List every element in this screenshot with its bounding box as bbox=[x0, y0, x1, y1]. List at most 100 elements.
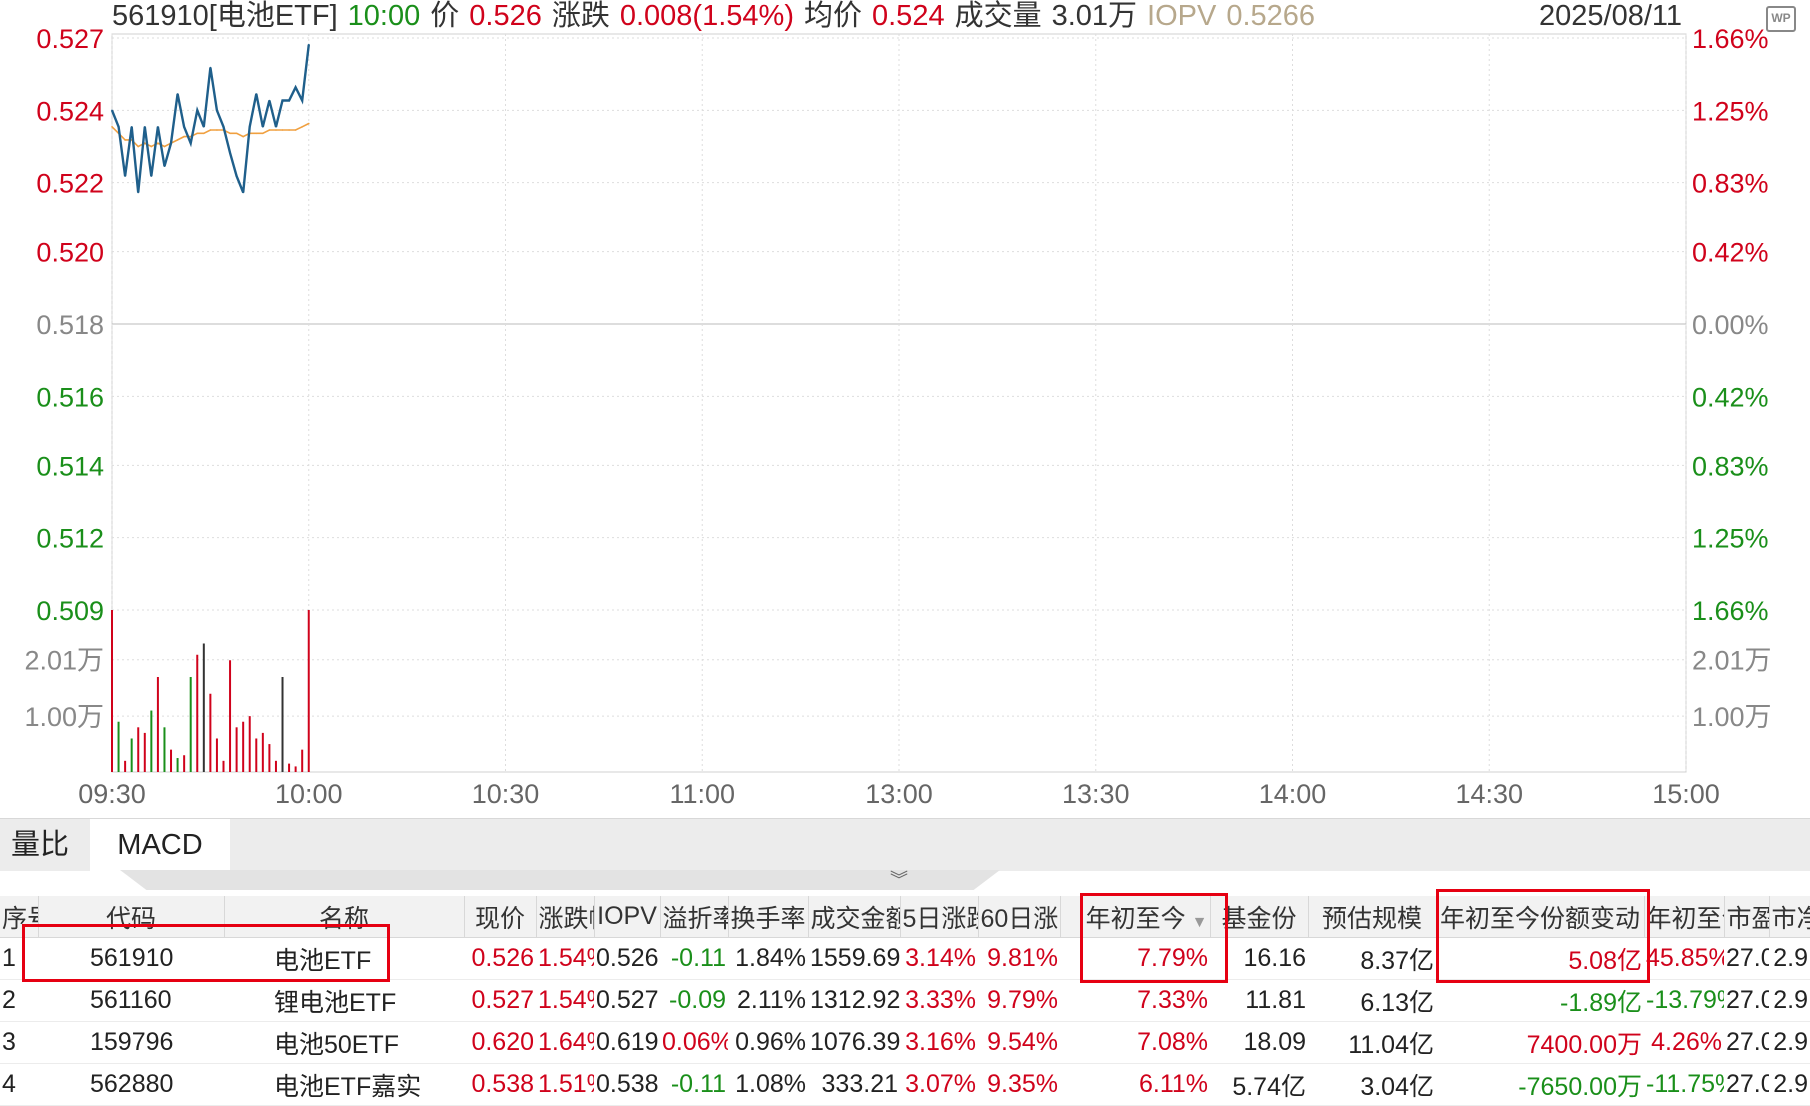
avg-price-line-point-20 bbox=[242, 136, 244, 138]
avg-value: 0.524 bbox=[872, 0, 945, 32]
column-header-chg5d[interactable]: 5日涨跌 bbox=[900, 896, 978, 938]
table-row[interactable]: 1561910电池ETF0.5261.54%0.526-0.111.84%155… bbox=[0, 938, 1810, 980]
avg-price-line-point-30 bbox=[308, 123, 310, 125]
intraday-chart[interactable]: 0.5270.5240.5220.5200.5180.5160.5140.512… bbox=[0, 0, 1810, 818]
right-axis-tick-5: 0.42% bbox=[1692, 382, 1769, 412]
cell-scale: 6.13亿 bbox=[1308, 980, 1436, 1022]
cell-pb: 2.9 bbox=[1769, 980, 1810, 1022]
column-header-iopv[interactable]: IOPV bbox=[594, 896, 660, 938]
cell-price: 0.538 bbox=[464, 1064, 536, 1106]
price-line-point-8 bbox=[164, 165, 166, 167]
column-header-ytd[interactable]: 年初至今▼ bbox=[1060, 896, 1210, 938]
cell-ytd: 6.11% bbox=[1060, 1064, 1210, 1106]
column-header-code[interactable]: 代码 bbox=[38, 896, 224, 938]
avg-price-line-point-15 bbox=[210, 129, 212, 131]
cell-pct: 1.54% bbox=[536, 938, 594, 980]
cell-iopv: 0.526 bbox=[594, 938, 660, 980]
table-row[interactable]: 3159796电池50ETF0.6201.64%0.6190.06%0.96%1… bbox=[0, 1022, 1810, 1064]
x-axis-tick-0: 09:30 bbox=[78, 779, 146, 809]
sort-desc-icon[interactable]: ▼ bbox=[1192, 914, 1208, 931]
column-header-scale[interactable]: 预估规模 bbox=[1308, 896, 1436, 938]
column-header-ytd-pct[interactable]: 年初至今 bbox=[1644, 896, 1724, 938]
cell-pe: 27.0 bbox=[1724, 1022, 1769, 1064]
column-header-shares[interactable]: 基金份 bbox=[1210, 896, 1308, 938]
avg-price-line-point-22 bbox=[255, 133, 257, 135]
cell-premium: 0.06% bbox=[660, 1022, 728, 1064]
price-line-point-29 bbox=[301, 100, 303, 102]
column-header-pe[interactable]: 市盈 bbox=[1724, 896, 1769, 938]
avg-price-line bbox=[112, 124, 309, 147]
cell-name: 电池ETF嘉实 bbox=[224, 1064, 464, 1106]
table-row[interactable]: 4562880电池ETF嘉实0.5381.51%0.538-0.111.08%3… bbox=[0, 1064, 1810, 1106]
cell-seq: 4 bbox=[0, 1064, 38, 1106]
cell-shares: 11.81 bbox=[1210, 980, 1308, 1022]
fund-code-name: 561910[电池ETF] bbox=[112, 0, 338, 32]
column-header-chg60d[interactable]: 60日涨 bbox=[978, 896, 1060, 938]
price-line-point-5 bbox=[144, 126, 146, 128]
cell-chg5d: 3.14% bbox=[900, 938, 978, 980]
column-header-ytd-share-change[interactable]: 年初至今份额变动 bbox=[1436, 896, 1644, 938]
cell-shares: 18.09 bbox=[1210, 1022, 1308, 1064]
price-line-point-2 bbox=[124, 175, 126, 177]
left-axis-tick-4: 0.518 bbox=[36, 310, 104, 340]
wp-icon[interactable]: WP bbox=[1766, 6, 1796, 32]
cell-name: 电池ETF bbox=[224, 938, 464, 980]
chevron-down-icon[interactable]: ︾ bbox=[890, 866, 908, 892]
cell-ytd-pct: -13.79% bbox=[1644, 980, 1724, 1022]
column-header-pb[interactable]: 市净 bbox=[1769, 896, 1810, 938]
right-axis-tick-8: 1.66% bbox=[1692, 596, 1769, 626]
cell-chg60d: 9.79% bbox=[978, 980, 1060, 1022]
cell-seq: 3 bbox=[0, 1022, 38, 1064]
column-header-pct[interactable]: 涨跌幅 bbox=[536, 896, 594, 938]
price-line-point-23 bbox=[262, 126, 264, 128]
column-header-name[interactable]: 名称 bbox=[224, 896, 464, 938]
avg-price-line-point-13 bbox=[197, 133, 199, 135]
price-line-point-14 bbox=[203, 126, 205, 128]
trade-date: 2025/08/11 bbox=[1539, 0, 1682, 32]
column-header-premium[interactable]: 溢折率 bbox=[660, 896, 728, 938]
cell-pb: 2.9 bbox=[1769, 1064, 1810, 1106]
etf-table: 序号代码名称现价涨跌幅IOPV溢折率换手率成交金额5日涨跌60日涨年初至今▼基金… bbox=[0, 896, 1810, 1106]
x-axis-tick-8: 15:00 bbox=[1652, 779, 1720, 809]
cell-shares: 5.74亿 bbox=[1210, 1064, 1308, 1106]
cursor-time: 10:00 bbox=[348, 0, 421, 32]
cell-iopv: 0.619 bbox=[594, 1022, 660, 1064]
cell-code: 561160 bbox=[38, 980, 224, 1022]
table-row[interactable]: 2561160锂电池ETF0.5271.54%0.527-0.092.11%13… bbox=[0, 980, 1810, 1022]
column-header-label: 代码 bbox=[106, 905, 156, 933]
cell-code: 561910 bbox=[38, 938, 224, 980]
column-header-label: IOPV bbox=[597, 902, 657, 930]
right-axis-tick-3: 0.42% bbox=[1692, 238, 1769, 268]
tab-volume-ratio[interactable]: 量比 bbox=[0, 819, 80, 871]
price-line-point-21 bbox=[249, 126, 251, 128]
cell-premium: -0.11 bbox=[660, 1064, 728, 1106]
cell-pe: 27.0 bbox=[1724, 938, 1769, 980]
avg-price-line-point-18 bbox=[229, 133, 231, 135]
x-axis-tick-1: 10:00 bbox=[275, 779, 343, 809]
cell-turnover: 1.08% bbox=[728, 1064, 808, 1106]
x-axis-tick-3: 11:00 bbox=[669, 779, 735, 809]
column-header-price[interactable]: 现价 bbox=[464, 896, 536, 938]
column-header-label: 市净 bbox=[1772, 905, 1810, 933]
avg-price-line-point-11 bbox=[183, 136, 185, 138]
left-axis-tick-1: 0.524 bbox=[36, 96, 104, 126]
column-header-turnover[interactable]: 换手率 bbox=[728, 896, 808, 938]
cell-turnover: 0.96% bbox=[728, 1022, 808, 1064]
avg-price-line-point-19 bbox=[236, 133, 238, 135]
column-header-label: 预估规模 bbox=[1322, 905, 1422, 933]
splitter-bar[interactable] bbox=[120, 870, 1000, 890]
cell-ytd-share-change: -1.89亿 bbox=[1436, 980, 1644, 1022]
avg-price-line-point-23 bbox=[262, 133, 264, 135]
cell-iopv: 0.538 bbox=[594, 1064, 660, 1106]
price-line-point-9 bbox=[170, 142, 172, 144]
avg-price-line-point-16 bbox=[216, 129, 218, 131]
panel-splitter[interactable]: ︾ bbox=[0, 870, 1810, 894]
column-header-seq[interactable]: 序号 bbox=[0, 896, 38, 938]
cell-pb: 2.9 bbox=[1769, 1022, 1810, 1064]
cell-name: 锂电池ETF bbox=[224, 980, 464, 1022]
cell-code: 159796 bbox=[38, 1022, 224, 1064]
price-line-point-25 bbox=[275, 126, 277, 128]
tab-macd[interactable]: MACD bbox=[90, 819, 230, 871]
column-header-amount[interactable]: 成交金额 bbox=[808, 896, 900, 938]
price-line bbox=[112, 45, 309, 193]
